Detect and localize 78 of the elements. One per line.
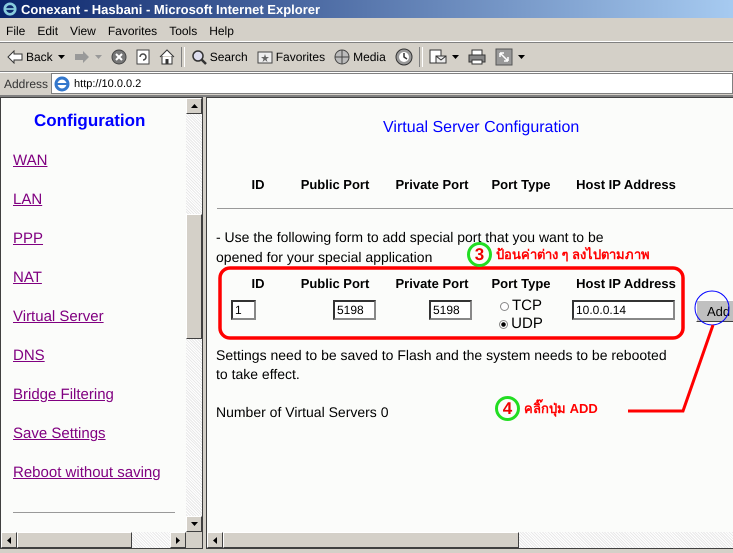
scroll-thumb[interactable] [223,532,519,548]
column-header: Private Port [394,177,470,192]
page-icon [54,76,70,92]
scroll-left-button[interactable] [1,532,17,548]
nav-link[interactable]: NAT [13,269,42,287]
instructions-text: opened for your special application [216,248,432,267]
vertical-scrollbar[interactable] [186,98,202,532]
left-arrow-icon [213,536,217,544]
menu-item[interactable]: Tools [163,24,204,38]
radio-circle[interactable] [500,302,509,310]
window-title: Conexant - Hasbani - Microsoft Internet Explorer [21,2,320,16]
menu-item[interactable]: Edit [31,24,64,38]
column-header: ID [250,276,266,291]
page-title: Virtual Server Configuration [383,119,580,137]
column-header: Host IP Address [575,177,677,192]
back-button[interactable]: Back [4,48,68,66]
search-button[interactable]: Search [188,47,251,67]
right-arrow-icon [176,536,180,544]
media-button[interactable]: Media [331,47,389,67]
address-label: Address [3,76,50,90]
sidebar-title: Configuration [34,111,146,131]
scroll-up-button[interactable] [186,98,202,114]
history-icon [394,48,413,66]
menu-item[interactable]: File [0,24,32,38]
globe-icon [334,49,350,65]
scroll-thumb[interactable] [186,214,202,339]
column-header: Private Port [394,276,470,291]
nav-link[interactable]: Bridge Filtering [13,386,114,404]
horizontal-scrollbar[interactable] [1,532,202,548]
scroll-down-button[interactable] [186,516,202,532]
nav-link[interactable]: DNS [13,347,45,365]
up-arrow-icon [190,104,198,108]
nav-link[interactable]: WAN [13,152,48,170]
server-count-text: Number of Virtual Servers 0 [216,404,388,420]
home-icon [158,49,175,65]
host-ip-field[interactable]: 10.0.0.14 [572,300,675,320]
nav-link[interactable]: Save Settings [13,425,106,443]
menu-item[interactable]: Favorites [102,24,164,38]
stop-icon [110,49,127,65]
horizontal-scrollbar[interactable] [207,532,733,548]
menu-item[interactable]: View [64,24,102,38]
annotation-text: คลิ๊กปุ่ม ADD [524,398,598,419]
nav-link[interactable]: LAN [13,191,42,209]
down-arrow-icon [190,522,198,526]
address-field[interactable]: http://10.0.0.2 [51,73,733,94]
port-type-radio[interactable]: UDP [499,315,543,333]
id-field[interactable]: 1 [231,300,256,320]
port-type-radio[interactable]: TCP [500,297,542,315]
back-arrow-icon [7,50,23,64]
scroll-thumb[interactable] [17,532,132,548]
browser-logo-icon [3,2,17,16]
mail-icon [428,49,447,65]
edit-icon [494,48,513,66]
left-arrow-icon [7,536,11,544]
nav-link[interactable]: Reboot without saving [13,464,161,482]
forward-arrow-icon [74,50,90,64]
refresh-icon [136,49,150,65]
column-header: Public Port [300,177,370,192]
radio-circle[interactable] [499,320,508,328]
nav-link[interactable]: PPP [13,230,44,248]
column-header: Port Type [490,276,552,291]
annotation-text: ป้อนค่าต่าง ๆ ลงไปตามภาพ [496,246,650,264]
scroll-right-button[interactable] [170,532,186,548]
column-header: ID [250,177,266,192]
column-header: Public Port [300,276,370,291]
note-text: to take effect. [216,365,301,384]
column-header: Host IP Address [575,276,677,291]
search-icon [190,49,207,65]
note-text: Settings need to be saved to Flash and the system needs to be rebooted [216,346,668,365]
public-port-field[interactable]: 5198 [333,300,376,320]
menu-item[interactable]: Help [203,24,240,38]
private-port-field[interactable]: 5198 [429,300,472,320]
scrollbar-corner [186,532,202,548]
printer-icon [468,49,486,65]
column-header: Port Type [490,177,552,192]
favorites-button[interactable]: Favorites [254,48,328,66]
scroll-left-button[interactable] [207,532,223,548]
nav-link[interactable]: Virtual Server [13,308,104,326]
